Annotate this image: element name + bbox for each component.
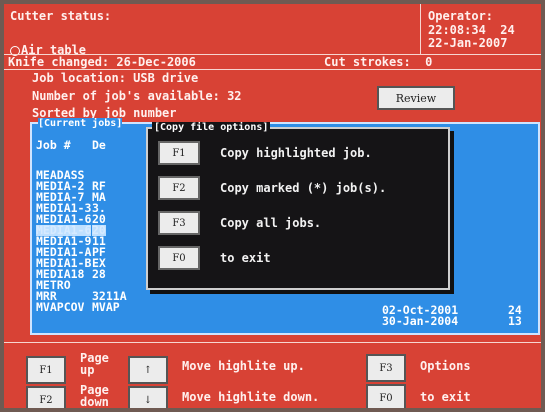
option-label: to exit: [220, 251, 271, 265]
move-up-label: Move highlite up.: [182, 359, 305, 373]
dialog-title: [Copy file options]: [152, 122, 271, 133]
options-label: Options: [420, 359, 471, 373]
job-col-header: Job #: [36, 138, 71, 152]
job-list-title: [Current jobs]: [38, 118, 123, 129]
cutter-status-label: Cutter status:: [10, 9, 112, 23]
option-label: Copy marked (*) job(s).: [220, 181, 387, 195]
f1-page-up-button[interactable]: F1: [26, 356, 66, 384]
knife-changed: Knife changed: 26-Dec-2006: [8, 55, 196, 69]
cut-strokes: Cut strokes: 0: [324, 55, 433, 69]
footer-rule: [4, 342, 541, 343]
desc-col-header: De: [92, 138, 106, 152]
copy-options-dialog: [Copy file options] F1 Copy highlighted …: [146, 122, 450, 290]
job-row-desc: MVAP: [92, 300, 120, 314]
f2-page-down-button[interactable]: F2: [26, 386, 66, 408]
job-location: Job location: USB drive: [32, 71, 199, 85]
f0-exit-button[interactable]: F0: [158, 246, 200, 270]
option-label: Copy all jobs.: [220, 216, 322, 230]
job-row-number[interactable]: MVAPCOV: [36, 301, 84, 313]
row-count: 13: [508, 314, 522, 328]
clock-date: 22-Jan-2007: [428, 36, 508, 50]
f0-exit-bottom-button[interactable]: F0: [366, 384, 406, 408]
down-arrow-button[interactable]: ↓: [128, 386, 168, 408]
f2-copy-marked-button[interactable]: F2: [158, 176, 200, 200]
f1-copy-highlighted-button[interactable]: F1: [158, 141, 200, 165]
header-rule-2: [4, 69, 541, 70]
jobs-available: Number of job's available: 32: [32, 89, 242, 103]
operator-label: Operator:: [428, 9, 494, 23]
option-label: Copy highlighted job.: [220, 146, 372, 160]
f3-copy-all-button[interactable]: F3: [158, 211, 200, 235]
move-down-label: Move highlite down.: [182, 390, 320, 404]
f3-options-button[interactable]: F3: [366, 354, 406, 382]
row-date: 30-Jan-2004: [382, 314, 459, 328]
page-up-label: Page up: [80, 351, 109, 377]
cutter-screen: Cutter status: Operator: 22:08:34 24 22-…: [4, 4, 541, 408]
review-button[interactable]: Review: [377, 86, 455, 110]
header-divider: [420, 4, 421, 54]
page-down-label: Page down: [80, 383, 109, 408]
job-row-desc: 28: [92, 267, 106, 281]
to-exit-label: to exit: [420, 390, 471, 404]
up-arrow-button[interactable]: ↑: [128, 356, 168, 384]
